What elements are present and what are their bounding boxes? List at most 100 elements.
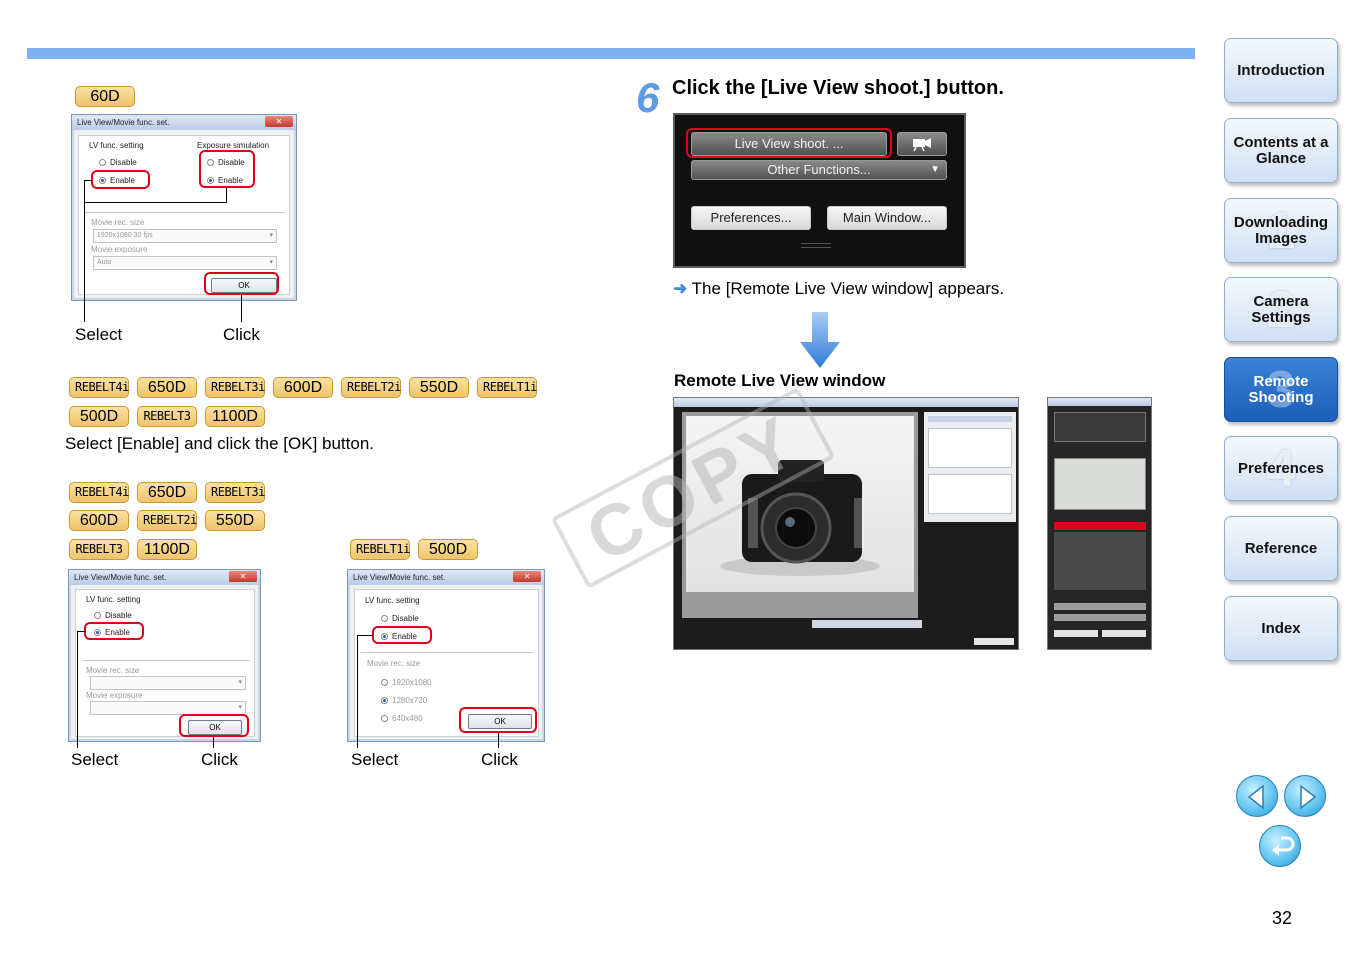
return-icon [1272,836,1295,856]
model-badge: REBELT1i [477,377,537,398]
close-button[interactable]: ✕ [513,571,541,582]
capture-window-screenshot [1047,397,1152,650]
radio-icon [381,679,388,686]
model-badge: 650D [137,482,197,503]
model-badge: REBELT2i [137,510,197,531]
leader-line [77,631,85,632]
exposure-sim-label: Exposure simulation [197,141,270,150]
radio-label: 1280x720 [392,696,428,705]
movie-camera-icon [913,138,931,152]
preferences-mini-button[interactable] [1054,630,1098,637]
movie-exposure-select[interactable]: Auto [93,256,277,270]
live-view-shoot-mini-button[interactable] [1054,603,1146,610]
focus-group [928,474,1012,514]
white-balance-group [928,428,1012,468]
lv-disable-radio[interactable]: Disable [94,611,132,620]
nav-label: Downloading Images [1233,213,1329,247]
movie-exposure-label: Movie exposure [91,245,148,254]
lv-disable-radio[interactable]: Disable [381,614,419,623]
result-note: ➜ The [Remote Live View window] appears. [673,279,1004,299]
radio-label: Disable [105,611,132,620]
movie-size-select[interactable] [90,676,246,690]
radio-label: 1920x1080 [392,678,432,687]
previous-page-button[interactable] [1236,775,1278,817]
radio-label: Disable [392,614,419,623]
preferences-button[interactable]: Preferences... [691,206,811,230]
other-functions-mini-button[interactable] [1054,614,1146,621]
size-option-radio[interactable]: 1920x1080 [381,678,432,687]
button-label: Other Functions... [767,162,871,177]
size-option-radio[interactable]: 1280x720 [381,696,427,705]
other-functions-button[interactable]: Other Functions... ▼ [691,160,947,180]
step-title: Click the [Live View shoot.] button. [672,77,1004,99]
close-button[interactable]: ✕ [265,116,293,127]
dropdown-arrow-icon: ▼ [930,164,940,175]
movie-size-label: Movie rec. size [367,659,421,668]
nav-introduction[interactable]: Introduction [1224,38,1338,103]
step-number: 6 [636,74,660,121]
close-window-button[interactable] [974,638,1014,645]
nav-camera-settings[interactable]: 2 Camera Settings [1224,277,1338,342]
nav-preferences[interactable]: 4 Preferences [1224,436,1338,501]
click-caption: Click [481,750,518,769]
nav-contents[interactable]: Contents at a Glance [1224,118,1338,183]
down-arrow-icon [800,312,840,368]
leader-line [241,295,242,322]
window-titlebar [1048,398,1151,406]
radio-icon [99,159,106,166]
radio-selected-icon [381,697,388,704]
nav-label: Index [1261,619,1301,637]
movie-exposure-select[interactable] [90,701,246,715]
nav-label: Remote Shooting [1248,372,1314,406]
model-badge: 500D [418,539,478,560]
highlight-enable [84,622,144,640]
movie-size-label: Movie rec. size [86,666,140,675]
model-badge: REBELT3i [205,377,265,398]
nav-label: Contents at a Glance [1233,133,1329,167]
model-badge: 650D [137,377,197,398]
next-page-button[interactable] [1284,775,1326,817]
dialog-title: Live View/Movie func. set. ✕ [72,115,296,130]
model-badge: 1100D [137,539,197,560]
nav-reference[interactable]: Reference [1224,516,1338,581]
model-badge: 600D [273,377,333,398]
radio-icon [381,715,388,722]
main-window-mini-button[interactable] [1102,630,1146,637]
grip-handle[interactable] [801,243,831,248]
highlight-live-view-button [686,128,892,158]
radio-label: 640x480 [392,714,423,723]
result-text: The [Remote Live View window] appears. [691,279,1005,298]
close-button[interactable]: ✕ [229,571,257,582]
dialog-title-text: Live View/Movie func. set. [74,573,167,582]
movie-size-select[interactable]: 1920x1080 30 fps [93,229,277,243]
dialog-title-text: Live View/Movie func. set. [77,118,170,127]
radio-label: Disable [110,158,137,167]
tab-strip[interactable] [928,416,1012,422]
model-badge: 1100D [205,406,265,427]
select-caption: Select [351,750,399,769]
divider [82,660,250,661]
size-option-radio[interactable]: 640x480 [381,714,423,723]
highlight-lv-enable [91,170,150,189]
page-number: 32 [1272,908,1293,928]
leader-line [213,737,214,748]
model-badge: 500D [69,406,129,427]
dialog-title-text: Live View/Movie func. set. [353,573,446,582]
nav-remote-shooting[interactable]: 3 Remote Shooting [1224,357,1338,422]
movie-camera-button[interactable] [897,132,947,156]
leader-line [84,202,227,203]
movie-size-label: Movie rec. size [91,218,145,227]
divider [361,652,534,653]
nav-index[interactable]: Index [1224,596,1338,661]
toolbar-strip[interactable] [812,620,922,628]
nav-downloading-images[interactable]: 1 Downloading Images [1224,198,1338,263]
model-badge: REBELT3 [137,406,197,427]
lv-func-label: LV func. setting [365,596,420,605]
leader-line [84,180,92,181]
highlight-ok [204,272,279,295]
leader-line [357,635,373,636]
lv-disable-radio[interactable]: Disable [99,158,137,167]
return-button[interactable] [1259,825,1301,867]
main-window-button[interactable]: Main Window... [827,206,947,230]
shooting-menu-tabs[interactable] [1054,522,1146,530]
